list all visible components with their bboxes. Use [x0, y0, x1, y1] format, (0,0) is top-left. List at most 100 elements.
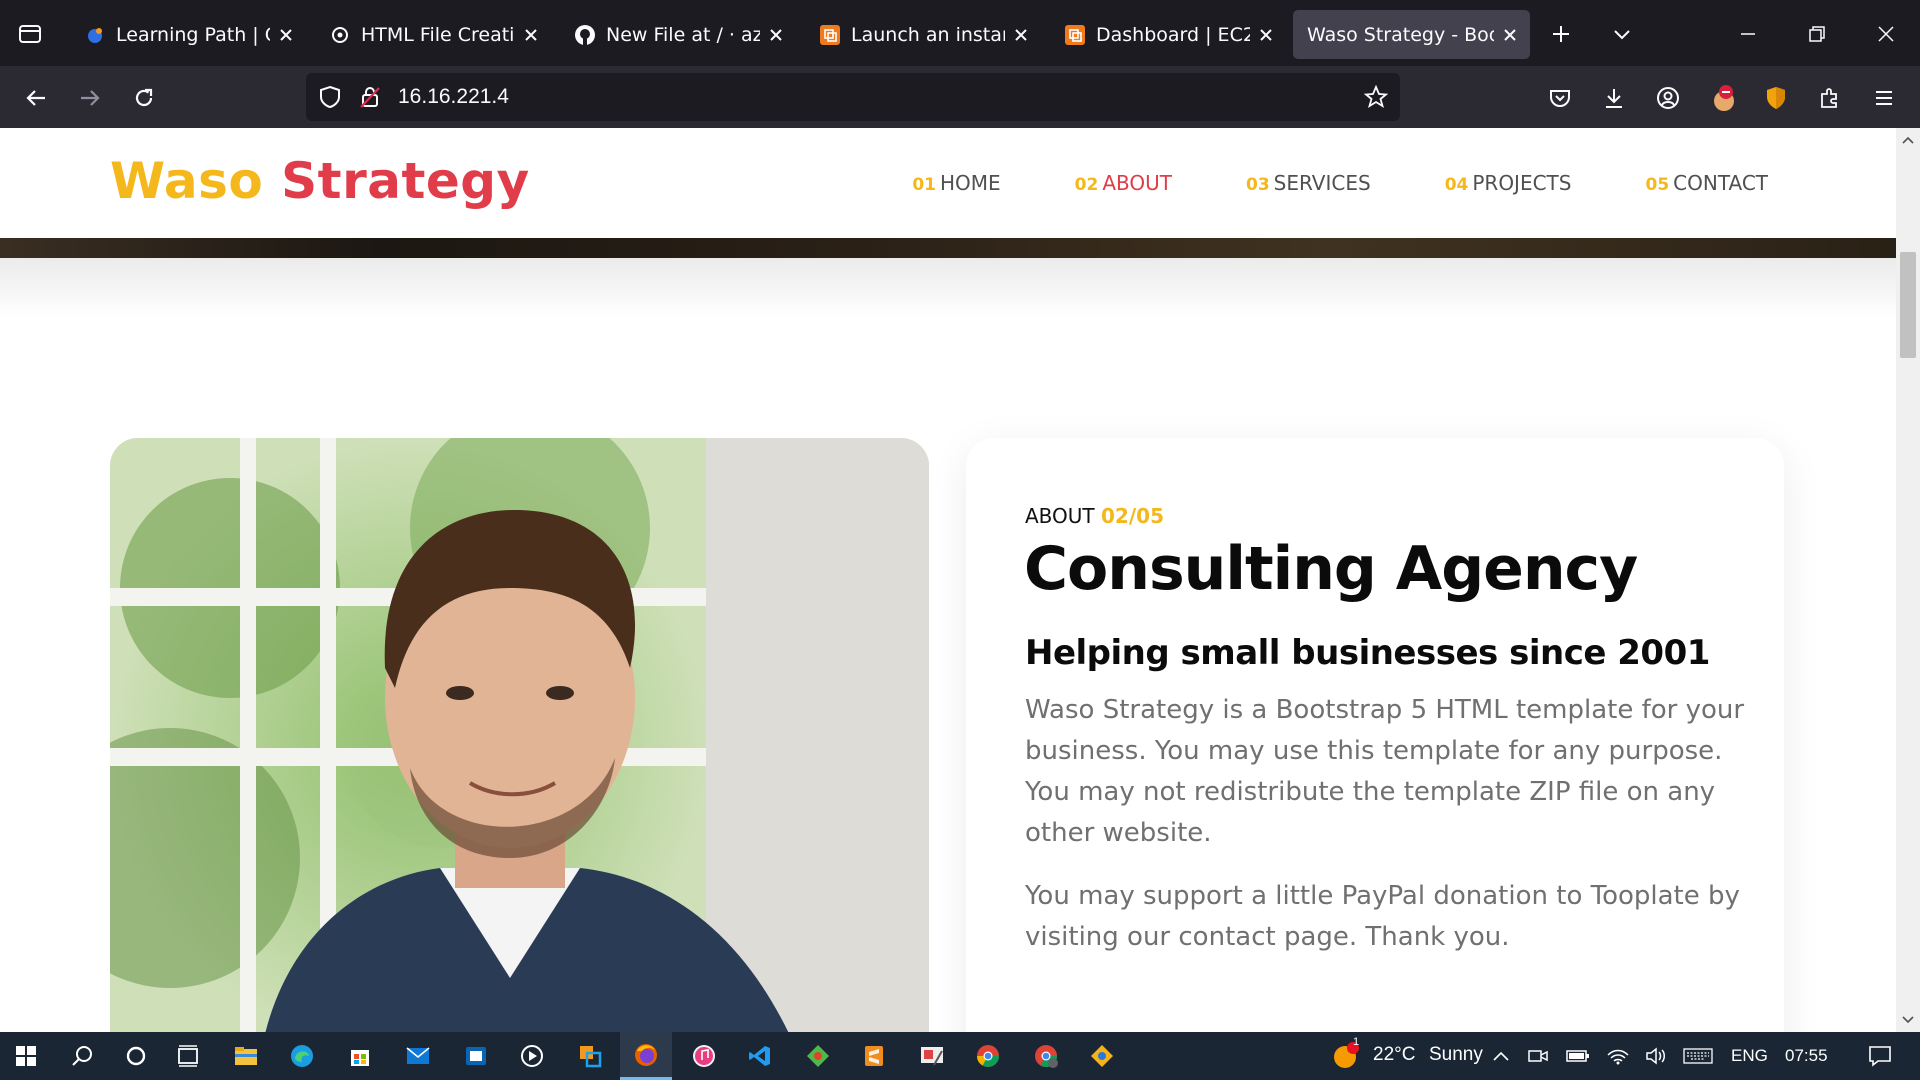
battery-icon[interactable] — [1560, 1032, 1596, 1080]
tab-title: HTML File Creation — [361, 23, 515, 46]
edge-icon[interactable] — [276, 1032, 328, 1080]
site-logo[interactable]: Waso Strategy — [110, 152, 530, 210]
tab-html-file-creation[interactable]: HTML File Creation — [315, 10, 551, 59]
page-viewport: Waso Strategy 01 HOME 02 ABOUT 03 SERVICES … — [0, 128, 1896, 1032]
restore-icon[interactable] — [1799, 16, 1835, 52]
nav-label: CONTACT — [1673, 171, 1768, 195]
scrollbar-thumb[interactable] — [1900, 252, 1916, 358]
tab-title: Waso Strategy - Bootstr — [1307, 23, 1494, 46]
sublime-text-icon[interactable] — [848, 1032, 900, 1080]
weather-badge-count: 1 — [1353, 1036, 1360, 1048]
close-icon[interactable] — [766, 25, 786, 45]
close-icon[interactable] — [1500, 25, 1520, 45]
address-bar[interactable]: 16.16.221.4 — [306, 73, 1400, 121]
firefox-icon[interactable] — [620, 1032, 672, 1080]
kicker-number: 02/05 — [1101, 504, 1164, 528]
weather-icon[interactable]: 1 — [1320, 1032, 1372, 1080]
git-kraken-icon[interactable] — [792, 1032, 844, 1080]
scroll-up-icon[interactable] — [1900, 132, 1916, 148]
search-icon[interactable] — [56, 1032, 108, 1080]
weather-temperature: 22°C — [1373, 1044, 1416, 1065]
input-language[interactable]: ENG — [1731, 1046, 1768, 1066]
clock-time[interactable]: 07:55 — [1785, 1046, 1828, 1066]
cortana-icon[interactable] — [110, 1032, 162, 1080]
brand-part-1: Waso — [110, 152, 264, 210]
nav-about[interactable]: 02 ABOUT — [1075, 171, 1172, 195]
back-arrow-icon[interactable] — [16, 78, 56, 118]
wifi-icon[interactable] — [1600, 1032, 1636, 1080]
volume-icon[interactable] — [1638, 1032, 1674, 1080]
forward-arrow-icon[interactable] — [70, 78, 110, 118]
bookmark-star-icon[interactable] — [1362, 83, 1390, 111]
close-icon[interactable] — [1256, 25, 1276, 45]
close-window-icon[interactable] — [1868, 16, 1904, 52]
file-explorer-icon[interactable] — [220, 1032, 272, 1080]
minimize-icon[interactable] — [1730, 16, 1766, 52]
nav-number: 05 — [1645, 175, 1670, 195]
snipping-tool-icon[interactable] — [906, 1032, 958, 1080]
nav-label: ABOUT — [1102, 171, 1172, 195]
close-icon[interactable] — [521, 25, 541, 45]
tab-title: Learning Path | Coh — [116, 23, 270, 46]
about-subtitle: Helping small businesses since 2001 — [1025, 633, 1710, 673]
extensions-icon[interactable] — [1810, 78, 1850, 118]
openai-icon — [329, 24, 351, 46]
tab-launch-instance[interactable]: Launch an instance — [805, 10, 1041, 59]
keyboard-icon[interactable] — [1678, 1032, 1718, 1080]
close-icon[interactable] — [1011, 25, 1031, 45]
section-shadow — [0, 258, 1896, 318]
outlook-icon[interactable] — [450, 1032, 502, 1080]
about-paragraph-2: You may support a little PayPal donation… — [1025, 881, 1740, 952]
new-tab-icon[interactable] — [1543, 16, 1579, 52]
meet-now-icon[interactable] — [1520, 1032, 1556, 1080]
about-card: ABOUT 02/05 Consulting Agency Helping sm… — [966, 438, 1784, 1032]
browser-toolbar: 16.16.221.4 — [0, 66, 1920, 128]
nav-home[interactable]: 01 HOME — [912, 171, 1000, 195]
mail-icon[interactable] — [392, 1032, 444, 1080]
nav-services[interactable]: 03 SERVICES — [1246, 171, 1371, 195]
shield-extension-icon[interactable] — [1756, 78, 1796, 118]
windows-start-icon[interactable] — [0, 1032, 52, 1080]
pocket-icon[interactable] — [1540, 78, 1580, 118]
tab-learning-path[interactable]: Learning Path | Coh — [70, 10, 306, 59]
page-scrollbar[interactable] — [1896, 128, 1920, 1032]
insecure-lock-icon[interactable] — [356, 83, 384, 111]
extension-badge-icon[interactable] — [1704, 78, 1744, 118]
nav-projects[interactable]: 04 PROJECTS — [1445, 171, 1572, 195]
git-tool-icon[interactable] — [1076, 1032, 1128, 1080]
about-paragraph-1: Waso Strategy is a Bootstrap 5 HTML temp… — [1025, 695, 1745, 848]
scroll-down-icon[interactable] — [1900, 1012, 1916, 1028]
nav-number: 02 — [1074, 175, 1099, 195]
tab-overview-icon[interactable] — [12, 16, 48, 52]
account-icon[interactable] — [1648, 78, 1688, 118]
store-icon[interactable] — [334, 1032, 386, 1080]
shield-icon[interactable] — [316, 83, 344, 111]
learning-path-favicon — [84, 24, 106, 46]
nav-number: 01 — [912, 175, 936, 195]
tab-title: Dashboard | EC2 | e — [1096, 23, 1250, 46]
nav-label: HOME — [939, 171, 1001, 195]
close-icon[interactable] — [276, 25, 296, 45]
media-player-icon[interactable] — [506, 1032, 558, 1080]
chrome-icon[interactable] — [962, 1032, 1014, 1080]
chevron-up-icon[interactable] — [1486, 1032, 1516, 1080]
tab-waso-strategy[interactable]: Waso Strategy - Bootstr — [1293, 10, 1530, 59]
chevron-down-icon[interactable] — [1604, 16, 1640, 52]
copilot-app-icon[interactable] — [564, 1032, 616, 1080]
download-icon[interactable] — [1594, 78, 1634, 118]
task-view-icon[interactable] — [162, 1032, 214, 1080]
notifications-icon[interactable] — [1854, 1032, 1906, 1080]
reload-icon[interactable] — [124, 78, 164, 118]
chrome-profile-icon[interactable] — [1020, 1032, 1072, 1080]
tab-ec2-dashboard[interactable]: Dashboard | EC2 | e — [1050, 10, 1286, 59]
tab-title: Launch an instance — [851, 23, 1005, 46]
tab-github-new-file[interactable]: New File at / · azayy — [560, 10, 796, 59]
vscode-icon[interactable] — [734, 1032, 786, 1080]
itunes-icon[interactable] — [678, 1032, 730, 1080]
menu-icon[interactable] — [1864, 78, 1904, 118]
nav-number: 03 — [1246, 175, 1270, 195]
windows-taskbar: 1 22°C Sunny ENG 07:55 — [0, 1032, 1920, 1080]
nav-number: 04 — [1444, 175, 1469, 195]
nav-contact[interactable]: 05 CONTACT — [1645, 171, 1768, 195]
main-nav: 01 HOME 02 ABOUT 03 SERVICES 04 PROJECTS 05 C… — [912, 171, 1768, 195]
